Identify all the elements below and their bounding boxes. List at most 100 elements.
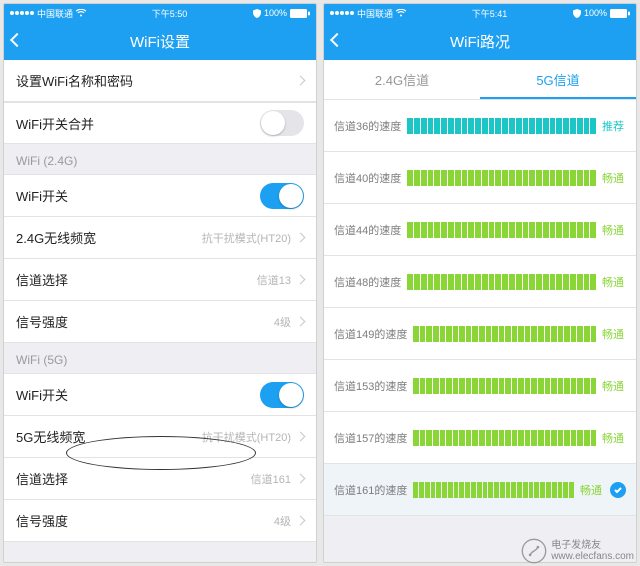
channel-label: 信道153的速度	[334, 378, 407, 394]
chevron-right-icon	[296, 233, 306, 243]
signal-dots-icon	[330, 11, 354, 15]
cell-label: 信号强度	[16, 511, 68, 530]
channel-status: 畅通	[602, 170, 626, 186]
channel-row[interactable]: 信道161的速度 畅通	[324, 464, 636, 516]
channel-label: 信道44的速度	[334, 222, 401, 238]
cell-value: 抗干扰模式(HT20)	[202, 429, 291, 445]
cell-label: 设置WiFi名称和密码	[16, 71, 133, 90]
speed-bar	[413, 378, 596, 394]
cell-5g-bandwidth[interactable]: 5G无线频宽 抗干扰模式(HT20)	[4, 416, 316, 458]
cell-label: WiFi开关	[16, 385, 68, 404]
channel-status: 畅通	[602, 326, 626, 342]
cell-value: 4级	[274, 513, 291, 529]
chevron-left-icon	[330, 33, 344, 47]
cell-5g-signal[interactable]: 信号强度 4级	[4, 500, 316, 542]
page-title: WiFi设置	[130, 31, 190, 52]
channel-row[interactable]: 信道153的速度 畅通	[324, 360, 636, 412]
shield-icon	[253, 9, 261, 18]
speed-bar	[407, 170, 596, 186]
channel-status: 畅通	[580, 482, 604, 498]
cell-24g-bandwidth[interactable]: 2.4G无线频宽 抗干扰模式(HT20)	[4, 217, 316, 259]
channel-label: 信道48的速度	[334, 274, 401, 290]
watermark: 电子发烧友 www.elecfans.com	[521, 538, 634, 564]
channel-status: 畅通	[602, 274, 626, 290]
channel-status: 推荐	[602, 118, 626, 134]
screen-wifi-traffic: 中国联通 下午5:41 100% WiFi路况 2.4G信道 5G信道 信道36…	[323, 3, 637, 563]
channel-row[interactable]: 信道149的速度 畅通	[324, 308, 636, 360]
channel-row[interactable]: 信道157的速度畅通	[324, 412, 636, 464]
channel-list: 信道36的速度推荐信道40的速度畅通信道44的速度畅通信道48的速度畅通信道14…	[324, 100, 636, 516]
switch-5g[interactable]	[260, 382, 304, 408]
battery-icon	[610, 9, 630, 18]
section-header-5g: WiFi (5G)	[4, 343, 316, 374]
channel-row[interactable]: 信道36的速度 推荐	[324, 100, 636, 152]
chevron-right-icon	[296, 275, 306, 285]
channel-label: 信道157的速度	[334, 430, 407, 446]
carrier-label: 中国联通	[357, 7, 393, 20]
channel-row[interactable]: 信道44的速度 畅通	[324, 204, 636, 256]
cell-value: 信道161	[251, 471, 291, 487]
speed-bar	[413, 326, 596, 342]
watermark-text: 电子发烧友 www.elecfans.com	[551, 540, 634, 562]
cell-label: WiFi开关	[16, 186, 68, 205]
chevron-right-icon	[296, 474, 306, 484]
screen-wifi-settings: 中国联通 下午5:50 100% WiFi设置 设置WiFi名称和密码 WiFi…	[3, 3, 317, 563]
channel-status: 畅通	[602, 378, 626, 394]
speed-bar	[407, 274, 596, 290]
speed-bar	[413, 482, 574, 498]
cell-24g-signal[interactable]: 信号强度 4级	[4, 301, 316, 343]
back-button[interactable]	[12, 32, 22, 50]
cell-label: WiFi开关合并	[16, 114, 94, 133]
carrier-label: 中国联通	[37, 7, 73, 20]
cell-5g-channel[interactable]: 信道选择 信道161	[4, 458, 316, 500]
channel-status: 畅通	[602, 222, 626, 238]
channel-label: 信道36的速度	[334, 118, 401, 134]
cell-label: 5G无线频宽	[16, 427, 85, 446]
shield-icon	[573, 9, 581, 18]
cell-value: 4级	[274, 314, 291, 330]
cell-24g-wifi-switch: WiFi开关	[4, 175, 316, 217]
status-bar: 中国联通 下午5:41 100%	[324, 4, 636, 22]
cell-label: 2.4G无线频宽	[16, 228, 96, 247]
speed-bar	[413, 430, 596, 446]
cell-5g-wifi-switch: WiFi开关	[4, 374, 316, 416]
cell-label: 信道选择	[16, 469, 68, 488]
cell-value: 抗干扰模式(HT20)	[202, 230, 291, 246]
switch-merge[interactable]	[260, 110, 304, 136]
nav-bar: WiFi路况	[324, 22, 636, 60]
tab-bar: 2.4G信道 5G信道	[324, 60, 636, 100]
wifi-icon	[396, 9, 406, 17]
speed-bar	[407, 222, 596, 238]
clock-label: 下午5:50	[152, 7, 188, 20]
status-bar: 中国联通 下午5:50 100%	[4, 4, 316, 22]
clock-label: 下午5:41	[472, 7, 508, 20]
channel-row[interactable]: 信道40的速度 畅通	[324, 152, 636, 204]
tab-5g[interactable]: 5G信道	[480, 60, 636, 99]
channel-label: 信道40的速度	[334, 170, 401, 186]
battery-icon	[290, 9, 310, 18]
back-button[interactable]	[332, 32, 342, 50]
nav-bar: WiFi设置	[4, 22, 316, 60]
section-header-24g: WiFi (2.4G)	[4, 144, 316, 175]
chevron-right-icon	[296, 76, 306, 86]
cell-label: 信道选择	[16, 270, 68, 289]
elecfans-logo-icon	[521, 538, 547, 564]
speed-bar	[407, 118, 596, 134]
channel-row[interactable]: 信道48的速度 畅通	[324, 256, 636, 308]
channel-label: 信道161的速度	[334, 482, 407, 498]
battery-percent-label: 100%	[584, 8, 607, 18]
tab-24g[interactable]: 2.4G信道	[324, 60, 480, 99]
channel-label: 信道149的速度	[334, 326, 407, 342]
wifi-icon	[76, 9, 86, 17]
chevron-right-icon	[296, 516, 306, 526]
battery-percent-label: 100%	[264, 8, 287, 18]
cell-wifi-merge-switch: WiFi开关合并	[4, 102, 316, 144]
chevron-left-icon	[10, 33, 24, 47]
cell-set-name-password[interactable]: 设置WiFi名称和密码	[4, 60, 316, 102]
chevron-right-icon	[296, 432, 306, 442]
cell-value: 信道13	[257, 272, 291, 288]
switch-24g[interactable]	[260, 183, 304, 209]
cell-24g-channel[interactable]: 信道选择 信道13	[4, 259, 316, 301]
page-title: WiFi路况	[450, 31, 510, 52]
signal-dots-icon	[10, 11, 34, 15]
